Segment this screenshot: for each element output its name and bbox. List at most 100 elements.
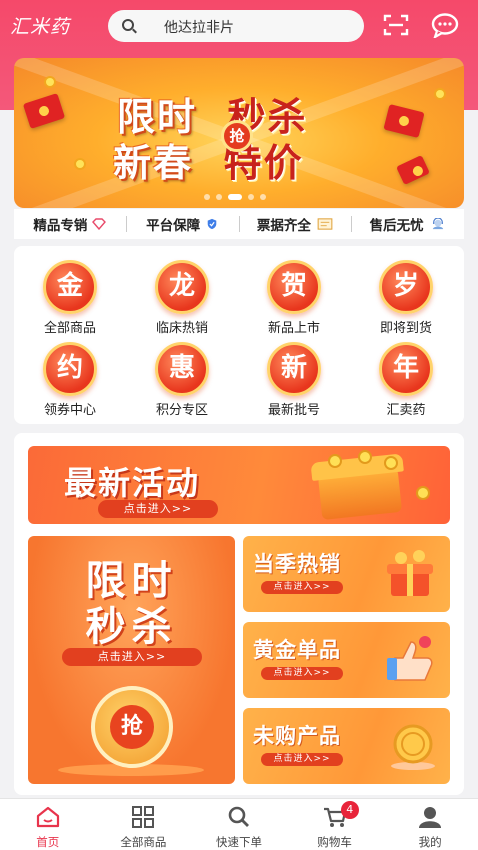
category-label: 临床热销 <box>155 321 208 336</box>
coin-decoration <box>44 76 56 88</box>
coin-decoration <box>416 486 430 500</box>
banner-line2: 新春 特价 <box>113 132 304 187</box>
coin-decoration <box>358 450 372 464</box>
category-icon: 新 <box>267 342 321 396</box>
unpurchased-products-card[interactable]: 未购产品 点击进入>> <box>243 708 450 784</box>
feature-label: 平台保障 <box>146 218 201 234</box>
nav-label: 购物车 <box>317 835 352 849</box>
category-label: 新品上市 <box>267 321 320 336</box>
enter-button[interactable]: 点击进入>> <box>98 500 218 518</box>
enter-button[interactable]: 点击进入>> <box>261 581 343 594</box>
thumbs-up-icon <box>387 636 433 681</box>
carousel-dot[interactable] <box>216 194 222 200</box>
category-icon: 龙 <box>155 260 209 314</box>
nav-item-home[interactable]: 首页 <box>0 799 96 850</box>
golden-item-title: 黄金单品 <box>253 638 341 662</box>
flash-sale-title: 秒杀 <box>85 604 178 650</box>
feature-item: 平台保障 <box>127 216 240 234</box>
category-item-points-zone[interactable]: 惠 积分专区 <box>126 342 238 418</box>
promo-section: 最新活动 点击进入>> 限时 秒杀 点击进入>> 抢 当季热销 点击进入>> 黄… <box>14 433 464 795</box>
enter-button[interactable]: 点击进入>> <box>261 753 343 766</box>
carousel-indicator <box>204 194 266 200</box>
red-envelope-decoration <box>383 104 425 138</box>
feature-label: 票据齐全 <box>256 218 311 234</box>
golden-item-card[interactable]: 黄金单品 点击进入>> <box>243 622 450 698</box>
cart-count-badge: 4 <box>340 801 359 819</box>
category-item-coupon-center[interactable]: 约 领券中心 <box>14 342 126 418</box>
category-item-new-arrivals[interactable]: 贺 新品上市 <box>238 260 350 336</box>
category-label: 即将到货 <box>379 321 432 336</box>
category-item-coming-soon[interactable]: 岁 即将到货 <box>350 260 462 336</box>
shield-icon <box>207 218 217 230</box>
banner-text: 新春 <box>113 141 194 185</box>
promo-banner[interactable]: 限时 秒杀 新春 特价 抢 <box>14 58 464 208</box>
grid-icon <box>132 806 155 828</box>
feature-item: 精品专销 <box>14 216 127 234</box>
category-icon: 年 <box>379 342 433 396</box>
invoice-icon <box>317 218 333 230</box>
nav-label: 首页 <box>36 835 60 849</box>
feature-item: 售后无忧 <box>352 216 464 234</box>
app-logo[interactable]: 汇米药 <box>10 12 70 39</box>
bottom-nav: 首页 全部商品 快速下单 4 购物车 我的 <box>0 798 478 850</box>
home-icon <box>36 806 59 828</box>
search-icon <box>228 806 249 827</box>
category-icon: 岁 <box>379 260 433 314</box>
banner-title: 限时 秒杀 新春 特价 抢 <box>109 86 379 185</box>
category-label: 积分专区 <box>155 403 208 418</box>
feature-label: 售后无忧 <box>369 218 424 234</box>
nav-item-quick-order[interactable]: 快速下单 <box>191 799 287 850</box>
category-icon: 贺 <box>267 260 321 314</box>
grab-badge: 抢 <box>221 120 253 152</box>
enter-button[interactable]: 点击进入>> <box>62 648 202 666</box>
search-bar[interactable]: 他达拉非片 <box>108 10 364 42</box>
nav-label: 快速下单 <box>215 835 262 849</box>
search-icon <box>122 19 134 31</box>
carousel-dot[interactable] <box>260 194 266 200</box>
carousel-dot[interactable] <box>248 194 254 200</box>
category-label: 领券中心 <box>43 403 96 418</box>
nav-item-profile[interactable]: 我的 <box>382 799 478 850</box>
alarm-clock-decoration: 抢 <box>91 686 173 768</box>
category-item-huimai[interactable]: 年 汇卖药 <box>350 342 462 418</box>
category-icon: 惠 <box>155 342 209 396</box>
nav-label: 全部商品 <box>120 835 167 849</box>
enter-button[interactable]: 点击进入>> <box>261 667 343 680</box>
carousel-dot[interactable] <box>204 194 210 200</box>
carousel-dot-active[interactable] <box>228 194 242 200</box>
feature-item: 票据齐全 <box>240 216 353 234</box>
coin-decoration <box>384 456 398 470</box>
category-item-all-products[interactable]: 金 全部商品 <box>14 260 126 336</box>
nav-item-all-products[interactable]: 全部商品 <box>96 799 192 850</box>
seasonal-hot-card[interactable]: 当季热销 点击进入>> <box>243 536 450 612</box>
support-icon <box>432 218 443 230</box>
treasure-chest-decoration <box>317 467 403 521</box>
category-item-latest-batch[interactable]: 新 最新批号 <box>238 342 350 418</box>
coin-decoration <box>74 158 86 170</box>
coin-decoration <box>328 454 342 468</box>
grab-badge: 抢 <box>110 705 154 749</box>
message-icon[interactable] <box>430 12 460 38</box>
search-placeholder: 他达拉非片 <box>164 20 234 36</box>
flash-sale-card[interactable]: 限时 秒杀 点击进入>> 抢 <box>28 536 235 784</box>
seasonal-hot-title: 当季热销 <box>253 552 341 576</box>
latest-activity-banner[interactable]: 最新活动 点击进入>> <box>28 446 450 524</box>
unpurchased-products-title: 未购产品 <box>253 724 341 748</box>
red-envelope-decoration <box>396 155 430 185</box>
category-icon: 金 <box>43 260 97 314</box>
category-item-clinical-hot[interactable]: 龙 临床热销 <box>126 260 238 336</box>
gift-box-icon <box>387 550 433 596</box>
latest-activity-title: 最新活动 <box>64 464 201 502</box>
red-envelope-decoration <box>22 93 66 129</box>
nav-label: 我的 <box>418 835 442 849</box>
scan-icon[interactable] <box>383 13 409 37</box>
nav-item-cart[interactable]: 4 购物车 <box>287 799 383 850</box>
user-icon <box>419 807 442 828</box>
coin-icon <box>391 724 435 770</box>
category-label: 全部商品 <box>43 321 96 336</box>
service-features: 精品专销 平台保障 票据齐全 售后无忧 <box>14 209 464 239</box>
category-label: 最新批号 <box>267 403 320 418</box>
category-icon: 约 <box>43 342 97 396</box>
coin-decoration <box>434 88 446 100</box>
category-grid: 金 全部商品 龙 临床热销 贺 新品上市 岁 即将到货 约 领券中心 惠 积分专… <box>14 246 464 424</box>
